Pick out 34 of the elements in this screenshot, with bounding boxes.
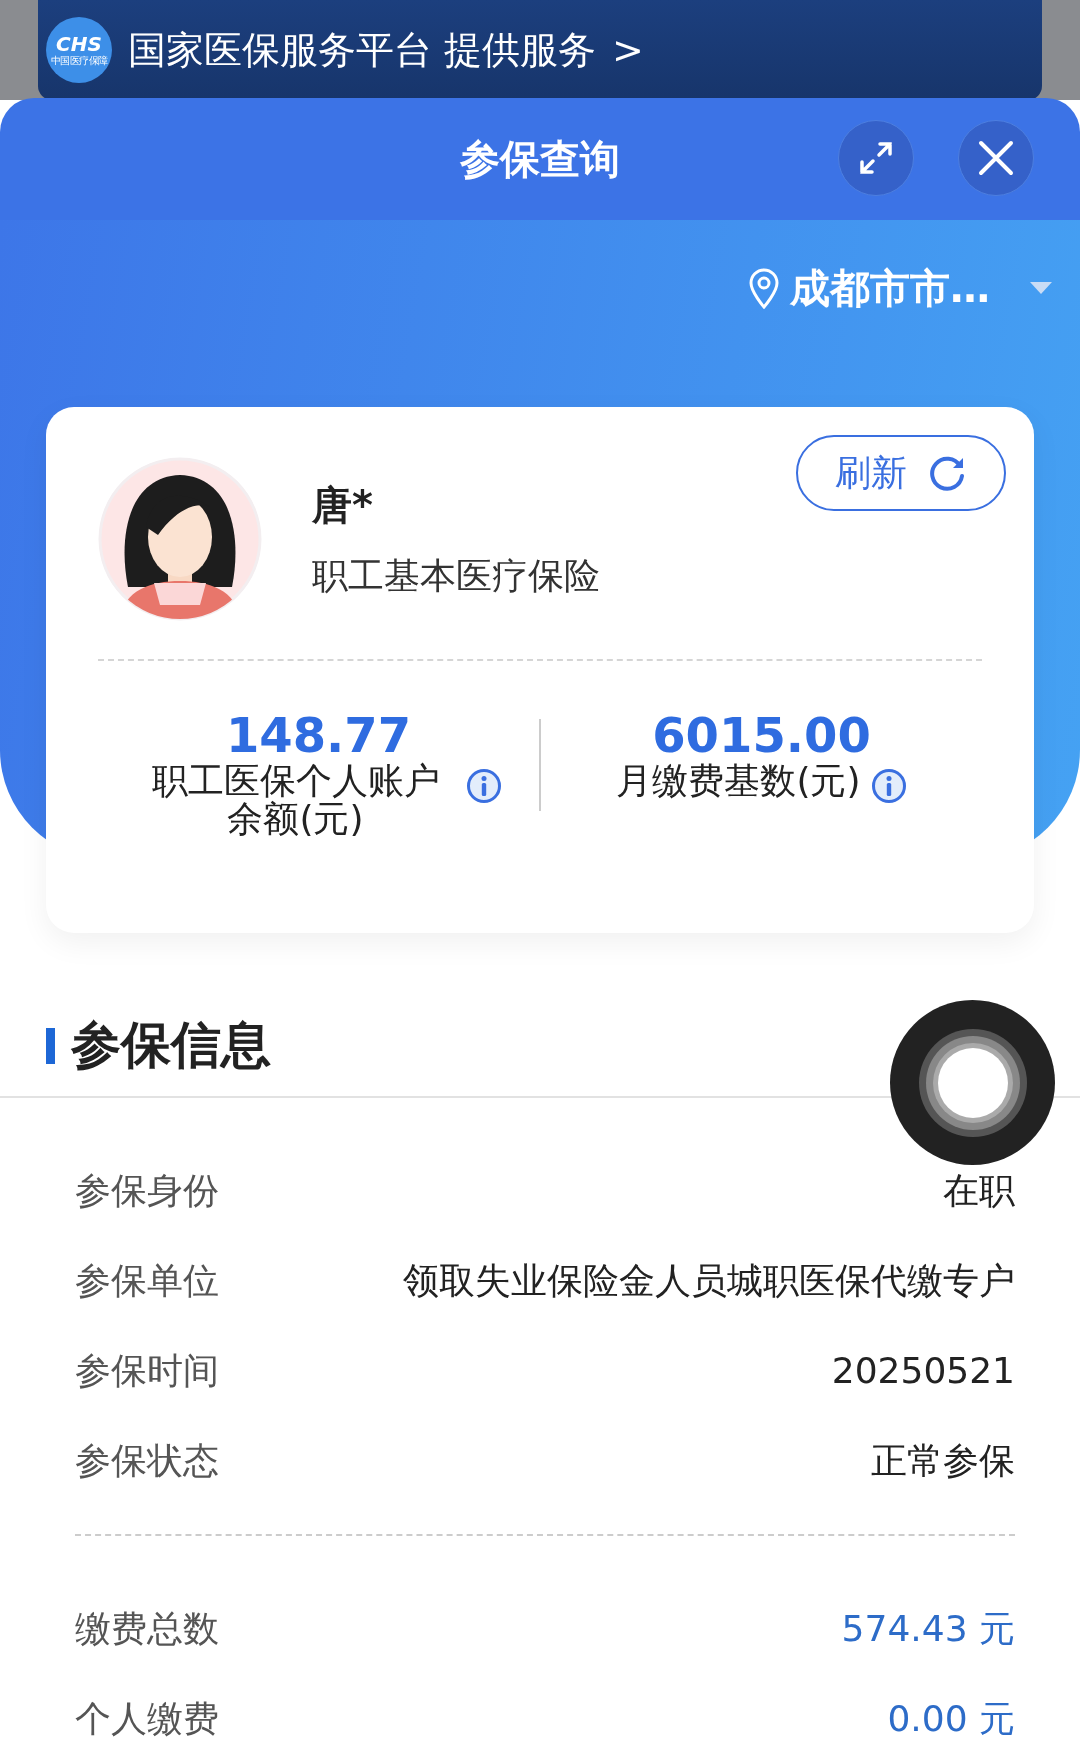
service-banner[interactable]: CHS 中国医疗保障 国家医保服务平台 提供服务 > bbox=[38, 0, 1042, 100]
logo-text: CHS bbox=[56, 34, 102, 54]
refresh-button[interactable]: 刷新 bbox=[796, 435, 1006, 511]
field-label: 缴费总数 bbox=[75, 1607, 219, 1651]
insurance-type: 职工基本医疗保险 bbox=[312, 554, 600, 598]
stat-value: 148.77 bbox=[225, 709, 412, 762]
stat-value: 6015.00 bbox=[652, 709, 871, 762]
person-name: 唐* bbox=[312, 481, 374, 530]
close-icon bbox=[977, 139, 1015, 177]
stat-label: 职工医保个人账户余额(元) bbox=[150, 761, 441, 838]
section-title: 参保信息 bbox=[71, 1015, 271, 1076]
amount-value: 0.00 元 bbox=[887, 1697, 1015, 1741]
chevron-icon: > bbox=[612, 21, 644, 79]
field-value: 20250521 bbox=[831, 1349, 1015, 1393]
field-value: 正常参保 bbox=[871, 1439, 1015, 1483]
modal-title: 参保查询 bbox=[460, 135, 620, 184]
location-pin-icon bbox=[748, 267, 780, 309]
ring-icon bbox=[917, 1027, 1028, 1138]
field-value: 领取失业保险金人员城职医保代缴专户 bbox=[403, 1259, 1015, 1303]
field-value: 在职 bbox=[943, 1169, 1015, 1213]
info-icon[interactable] bbox=[870, 767, 907, 804]
field-label: 参保身份 bbox=[75, 1169, 219, 1213]
amount-value: 574.43 元 bbox=[841, 1607, 1015, 1651]
banner-text: 国家医保服务平台 提供服务 bbox=[128, 26, 597, 74]
field-label: 参保状态 bbox=[75, 1439, 219, 1483]
refresh-icon bbox=[929, 454, 967, 492]
info-icon[interactable] bbox=[465, 767, 502, 804]
location-text[interactable]: 成都市市… bbox=[790, 258, 990, 318]
accent-bar bbox=[46, 1027, 55, 1064]
field-label: 参保单位 bbox=[75, 1259, 219, 1303]
field-label: 参保时间 bbox=[75, 1349, 219, 1393]
logo-subtext: 中国医疗保障 bbox=[50, 56, 108, 66]
field-label: 个人缴费 bbox=[75, 1697, 219, 1741]
stat-label: 月缴费基数(元) bbox=[616, 761, 861, 800]
